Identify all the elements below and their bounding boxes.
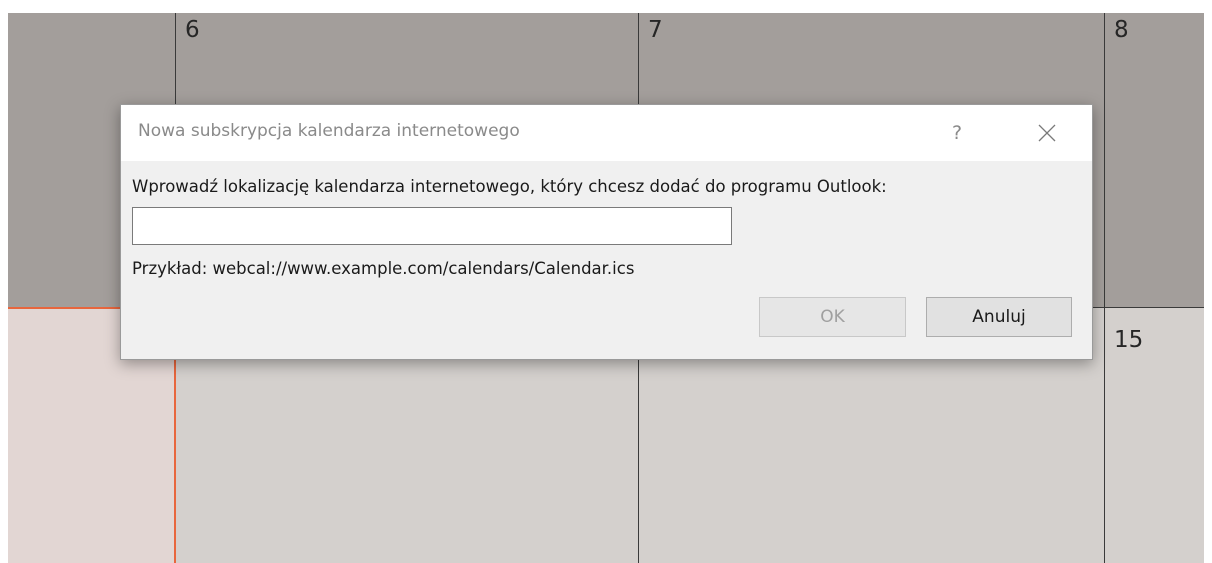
new-internet-calendar-subscription-dialog: Nowa subskrypcja kalendarza internetoweg… — [120, 104, 1093, 360]
close-icon — [1038, 124, 1056, 142]
calendar-day-cell[interactable]: 15 — [1104, 307, 1204, 563]
location-prompt-label: Wprowadź lokalizację kalendarza internet… — [132, 177, 887, 196]
help-button[interactable]: ? — [939, 115, 975, 151]
day-number: 6 — [185, 17, 200, 43]
outlook-calendar-window: 6 7 8 15 Nowa subskrypcja kalendarza int… — [0, 0, 1212, 563]
grid-divider — [1104, 13, 1105, 563]
calendar-url-input[interactable] — [132, 207, 732, 245]
example-url-hint: Przykład: webcal://www.example.com/calen… — [132, 259, 635, 278]
day-number: 15 — [1114, 327, 1144, 353]
day-number: 8 — [1114, 17, 1129, 43]
day-number: 7 — [648, 17, 663, 43]
calendar-day-cell[interactable]: 8 — [1104, 13, 1204, 307]
close-button[interactable] — [1027, 115, 1067, 151]
ok-button[interactable]: OK — [759, 297, 906, 337]
dialog-titlebar[interactable]: Nowa subskrypcja kalendarza internetoweg… — [121, 105, 1092, 161]
cancel-button[interactable]: Anuluj — [926, 297, 1072, 337]
dialog-title: Nowa subskrypcja kalendarza internetoweg… — [138, 121, 520, 141]
